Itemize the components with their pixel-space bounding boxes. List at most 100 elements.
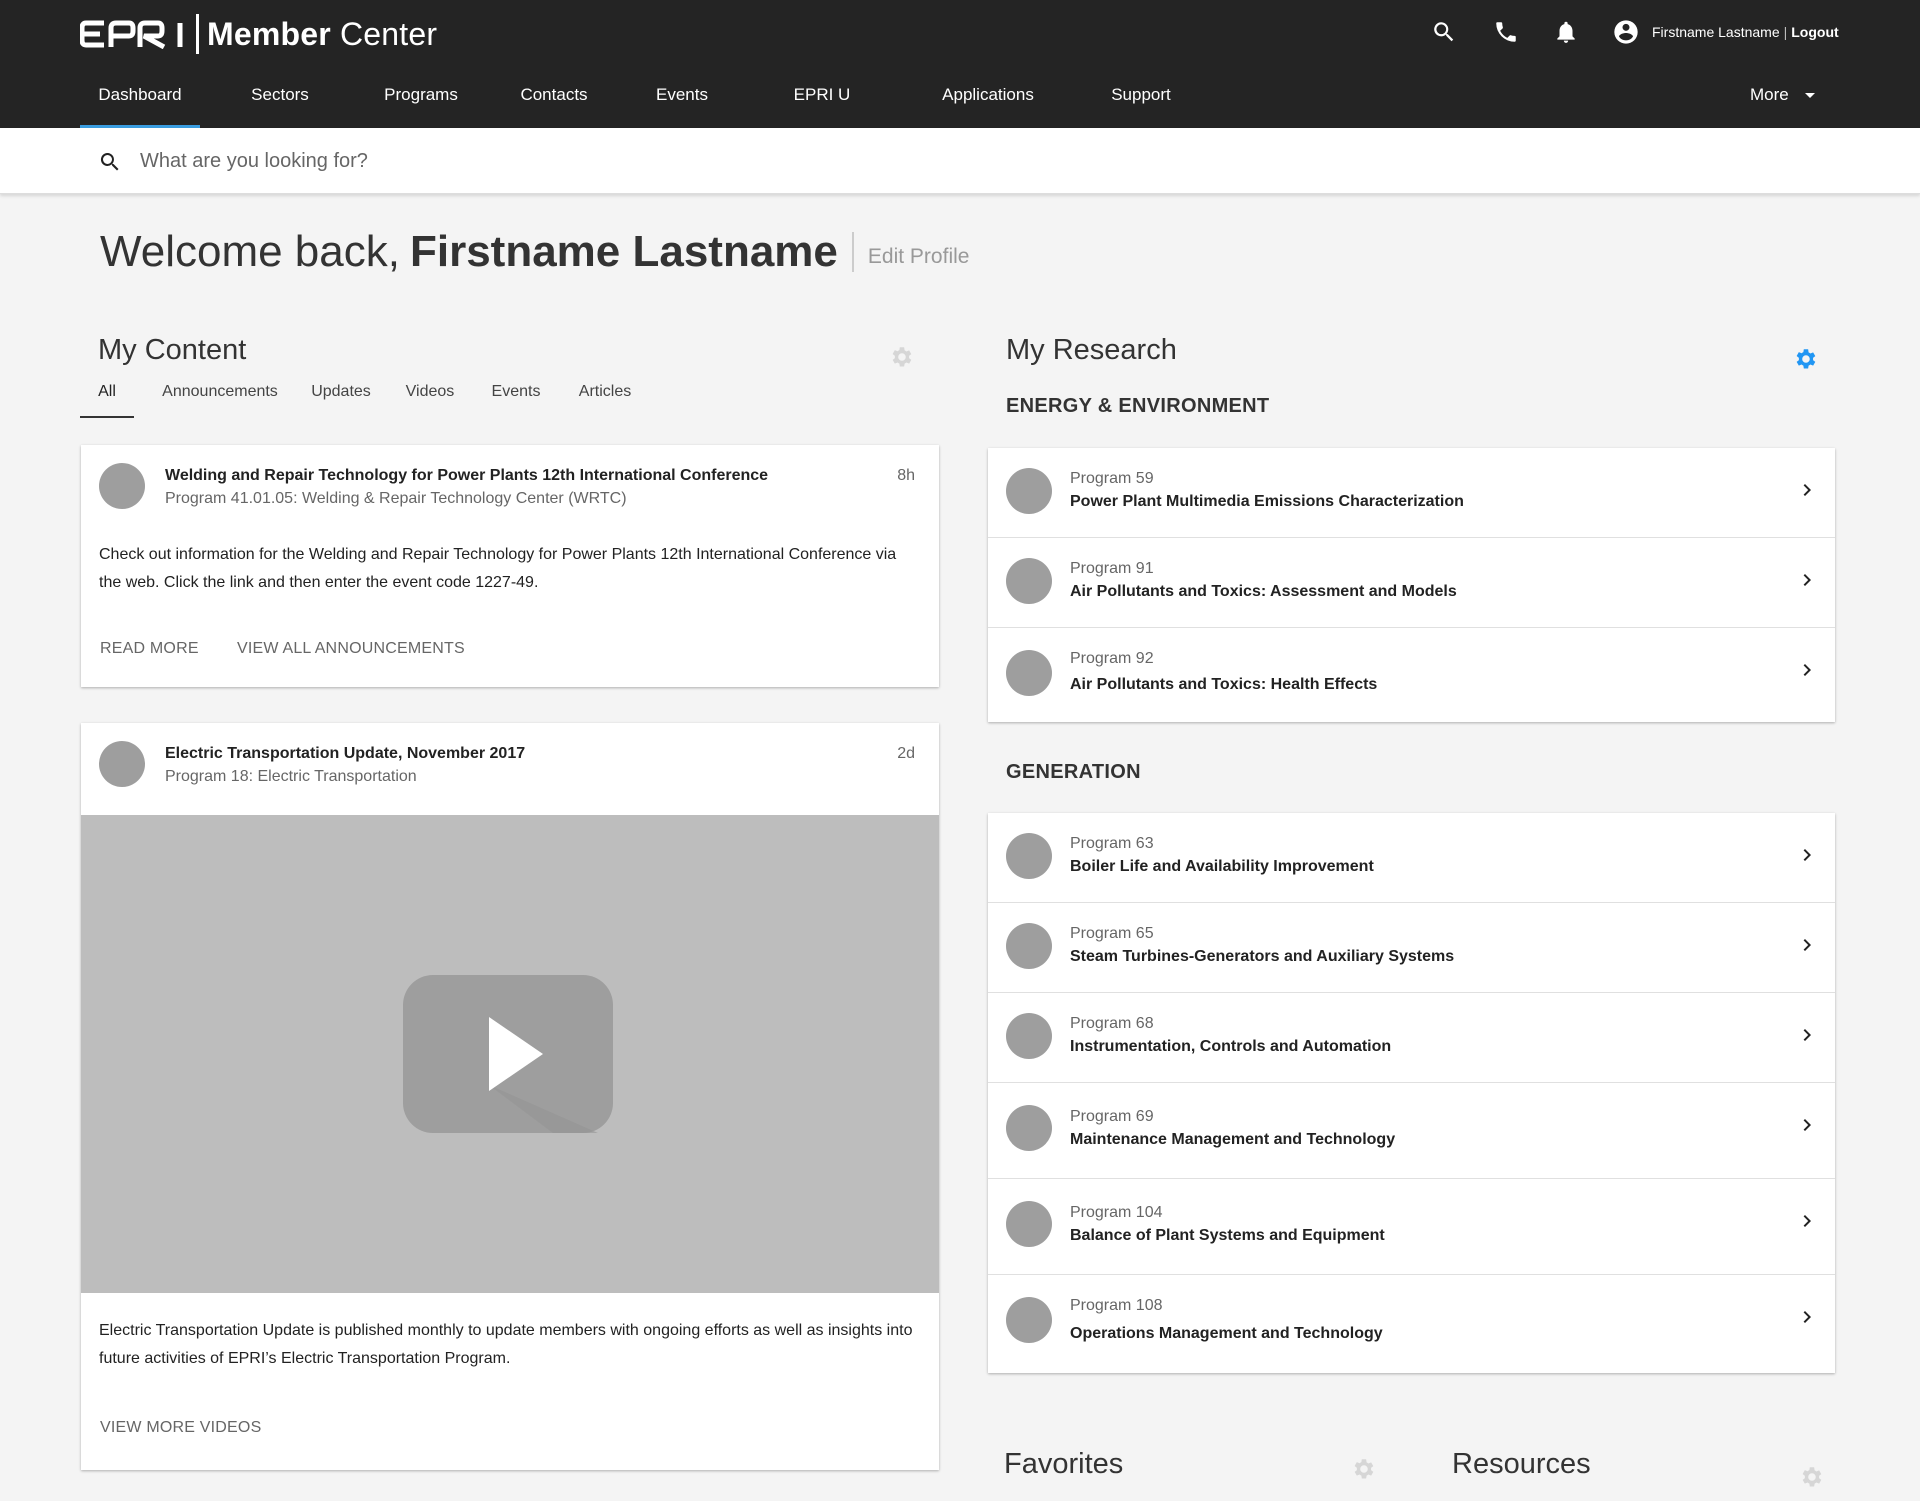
research-program-item[interactable]: Program 59 Power Plant Multimedia Emissi… bbox=[988, 448, 1835, 538]
post-timestamp: 2d bbox=[897, 745, 915, 762]
program-name: Maintenance Management and Technology bbox=[1070, 1131, 1396, 1148]
global-search-bar bbox=[0, 128, 1920, 194]
category-title-generation: GENERATION bbox=[1006, 761, 1141, 783]
my-research-settings-gear-icon[interactable] bbox=[1792, 346, 1818, 372]
post-title[interactable]: Welding and Repair Technology for Power … bbox=[165, 467, 768, 485]
nav-epri-u[interactable]: EPRI U bbox=[790, 70, 854, 128]
chevron-right-icon bbox=[1795, 658, 1819, 682]
research-list-energy-environment: Program 59 Power Plant Multimedia Emissi… bbox=[988, 448, 1835, 722]
phone-icon[interactable] bbox=[1488, 14, 1524, 50]
program-name: Operations Management and Technology bbox=[1070, 1325, 1383, 1342]
nav-sectors[interactable]: Sectors bbox=[240, 70, 320, 128]
post-body: Check out information for the Welding an… bbox=[99, 546, 897, 591]
logo-divider bbox=[196, 14, 199, 54]
research-list-generation: Program 63 Boiler Life and Availability … bbox=[988, 813, 1835, 1373]
nav-contacts[interactable]: Contacts bbox=[512, 70, 596, 128]
logo[interactable]: Member Center bbox=[80, 14, 437, 54]
view-all-announcements-button[interactable]: VIEW ALL ANNOUNCEMENTS bbox=[237, 640, 465, 658]
program-name: Boiler Life and Availability Improvement bbox=[1070, 858, 1374, 875]
avatar bbox=[1006, 1201, 1052, 1247]
program-name: Power Plant Multimedia Emissions Charact… bbox=[1070, 493, 1464, 510]
avatar bbox=[1006, 1013, 1052, 1059]
chevron-right-icon bbox=[1795, 933, 1819, 957]
nav-applications[interactable]: Applications bbox=[936, 70, 1040, 128]
avatar bbox=[1006, 650, 1052, 696]
favorites-title: Favorites bbox=[1004, 1448, 1124, 1480]
welcome-divider bbox=[851, 232, 854, 272]
research-program-item[interactable]: Program 108 Operations Management and Te… bbox=[988, 1275, 1835, 1373]
research-program-item[interactable]: Program 69 Maintenance Management and Te… bbox=[988, 1083, 1835, 1179]
tab-announcements[interactable]: Announcements bbox=[156, 372, 284, 418]
read-more-button[interactable]: READ MORE bbox=[100, 640, 199, 658]
notification-bell-icon[interactable] bbox=[1548, 14, 1584, 50]
content-filter-tabs: All Announcements Updates Videos Events … bbox=[80, 372, 780, 418]
chevron-right-icon bbox=[1795, 568, 1819, 592]
epri-logo-mark bbox=[80, 20, 183, 49]
research-program-item[interactable]: Program 91 Air Pollutants and Toxics: As… bbox=[988, 538, 1835, 628]
nav-support[interactable]: Support bbox=[1104, 70, 1178, 128]
play-button-icon[interactable] bbox=[403, 975, 613, 1133]
welcome-banner: Welcome back, Firstname Lastname Edit Pr… bbox=[100, 224, 969, 280]
tab-events[interactable]: Events bbox=[484, 372, 548, 418]
program-number: Program 92 bbox=[1070, 650, 1154, 667]
research-program-item[interactable]: Program 68 Instrumentation, Controls and… bbox=[988, 993, 1835, 1083]
post-program: Program 41.01.05: Welding & Repair Techn… bbox=[165, 490, 627, 507]
nav-dashboard[interactable]: Dashboard bbox=[80, 70, 200, 128]
video-card: Electric Transportation Update, November… bbox=[81, 723, 939, 1470]
resources-title: Resources bbox=[1452, 1448, 1591, 1480]
user-name[interactable]: Firstname Lastname bbox=[1652, 24, 1780, 40]
user-separator: | bbox=[1783, 24, 1788, 40]
program-number: Program 69 bbox=[1070, 1108, 1154, 1125]
post-timestamp: 8h bbox=[897, 467, 915, 484]
nav-events[interactable]: Events bbox=[648, 70, 716, 128]
avatar bbox=[1006, 468, 1052, 514]
view-more-videos-button[interactable]: VIEW MORE VIDEOS bbox=[100, 1419, 261, 1437]
research-program-item[interactable]: Program 65 Steam Turbines-Generators and… bbox=[988, 903, 1835, 993]
search-input[interactable] bbox=[140, 142, 1040, 180]
post-body: Electric Transportation Update is publis… bbox=[99, 1322, 913, 1367]
avatar bbox=[1006, 1105, 1052, 1151]
avatar bbox=[1006, 833, 1052, 879]
chevron-right-icon bbox=[1795, 1023, 1819, 1047]
program-number: Program 65 bbox=[1070, 925, 1154, 942]
nav-more-dropdown[interactable]: More bbox=[1750, 70, 1815, 120]
program-number: Program 91 bbox=[1070, 560, 1154, 577]
welcome-greeting: Welcome back, bbox=[100, 227, 400, 276]
logo-title: Member Center bbox=[207, 15, 438, 52]
user-menu: Firstname Lastname | Logout bbox=[1612, 18, 1839, 46]
avatar bbox=[1006, 923, 1052, 969]
tab-videos[interactable]: Videos bbox=[398, 372, 462, 418]
tab-all[interactable]: All bbox=[80, 372, 134, 418]
video-player[interactable] bbox=[81, 815, 939, 1293]
search-icon[interactable] bbox=[1426, 14, 1462, 50]
tab-updates[interactable]: Updates bbox=[306, 372, 376, 418]
favorites-settings-gear-icon[interactable] bbox=[1350, 1456, 1376, 1482]
caret-down-icon bbox=[1804, 92, 1815, 98]
edit-profile-link[interactable]: Edit Profile bbox=[868, 245, 970, 269]
logout-link[interactable]: Logout bbox=[1791, 24, 1838, 40]
research-program-item[interactable]: Program 63 Boiler Life and Availability … bbox=[988, 813, 1835, 903]
avatar bbox=[99, 741, 145, 787]
chevron-right-icon bbox=[1795, 1209, 1819, 1233]
nav-programs[interactable]: Programs bbox=[376, 70, 466, 128]
research-program-item[interactable]: Program 104 Balance of Plant Systems and… bbox=[988, 1179, 1835, 1275]
avatar bbox=[1006, 558, 1052, 604]
my-content-settings-gear-icon[interactable] bbox=[888, 344, 914, 370]
program-number: Program 63 bbox=[1070, 835, 1154, 852]
program-name: Instrumentation, Controls and Automation bbox=[1070, 1038, 1392, 1055]
chevron-right-icon bbox=[1795, 1305, 1819, 1329]
program-name: Steam Turbines-Generators and Auxiliary … bbox=[1070, 948, 1455, 965]
resources-settings-gear-icon[interactable] bbox=[1798, 1464, 1824, 1490]
program-name: Air Pollutants and Toxics: Health Effect… bbox=[1070, 676, 1378, 693]
chevron-right-icon bbox=[1795, 478, 1819, 502]
search-icon bbox=[100, 153, 119, 171]
category-title-energy-environment: ENERGY & ENVIRONMENT bbox=[1006, 395, 1270, 417]
avatar bbox=[99, 463, 145, 509]
research-program-item[interactable]: Program 92 Air Pollutants and Toxics: He… bbox=[988, 628, 1835, 722]
program-name: Balance of Plant Systems and Equipment bbox=[1070, 1227, 1385, 1244]
program-number: Program 59 bbox=[1070, 470, 1154, 487]
account-circle-icon[interactable] bbox=[1612, 18, 1640, 46]
program-number: Program 68 bbox=[1070, 1015, 1154, 1032]
tab-articles[interactable]: Articles bbox=[570, 372, 640, 418]
post-title[interactable]: Electric Transportation Update, November… bbox=[165, 745, 525, 763]
